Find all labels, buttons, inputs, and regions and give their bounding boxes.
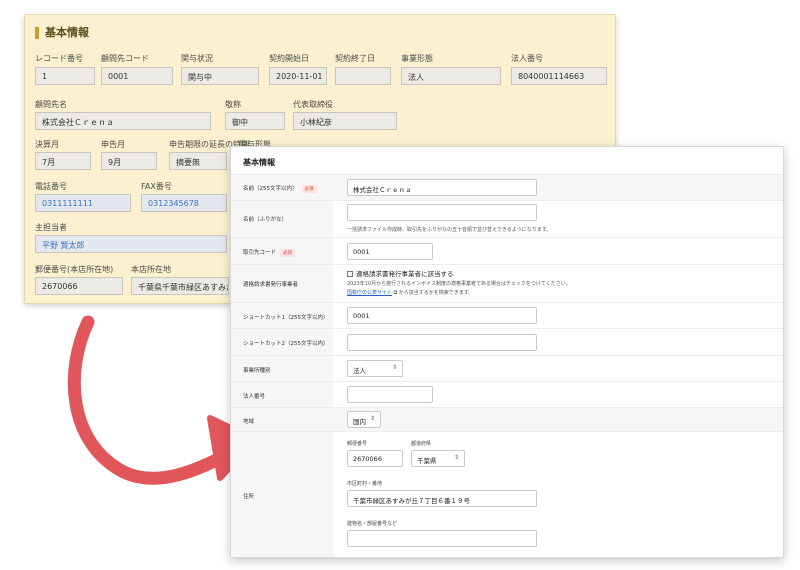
staff-label: 主担当者 bbox=[35, 223, 67, 232]
phone-field[interactable]: 0311111111 bbox=[35, 194, 131, 212]
kana-input[interactable] bbox=[347, 204, 537, 221]
filing-month-label: 申告月 bbox=[101, 140, 125, 149]
required-badge: 必須 bbox=[280, 248, 296, 257]
office-type-row: 事業所種別 法人 ⇕ bbox=[231, 355, 783, 381]
record-no-field[interactable]: 1 bbox=[35, 67, 95, 85]
shortcut2-label: ショートカット2（255文字以内） bbox=[243, 341, 329, 347]
kana-label: 名前（ふりがな） bbox=[243, 217, 288, 223]
corp-no-label: 法人番号 bbox=[511, 54, 543, 63]
postal-label: 郵便番号 bbox=[347, 441, 368, 447]
corp-no-field[interactable]: 8040001114663 bbox=[511, 67, 607, 85]
filing-month-field[interactable]: 9月 bbox=[101, 152, 157, 170]
address-row: 住所 郵便番号 2670066 都道府県 千葉県 ⇕ 市区町村・番地 千葉市緑区あ… bbox=[231, 431, 783, 557]
shortcut1-label: ショートカット1（255文字以内） bbox=[243, 315, 329, 321]
hq-address-field[interactable]: 千葉県千葉市緑区あすみが丘 bbox=[131, 277, 229, 295]
invoice-help-link-line: 国税庁の公表サイト ⧉ から該当するかを検索できます。 bbox=[347, 290, 474, 296]
shortcut1-input[interactable]: 0001 bbox=[347, 307, 537, 324]
contract-end-field[interactable] bbox=[335, 67, 391, 85]
corp-no-label: 法人番号 bbox=[243, 394, 266, 400]
old-card-title: 基本情報 bbox=[35, 27, 89, 39]
business-type-field[interactable]: 法人 bbox=[401, 67, 501, 85]
client-code-label: 取引先コード 必須 bbox=[243, 248, 296, 257]
staff-field[interactable]: 平野 賢太郎 bbox=[35, 235, 227, 253]
required-badge: 必須 bbox=[301, 184, 317, 193]
corp-no-row: 法人番号 bbox=[231, 381, 783, 407]
honorific-label: 敬称 bbox=[225, 100, 241, 109]
phone-label: 電話番号 bbox=[35, 182, 67, 191]
new-basic-info-form: 基本情報 名前（255文字以内） 必須 株式会社Ｃｒｅｎａ 名前（ふりがな） 一括… bbox=[230, 146, 784, 558]
nta-site-link[interactable]: 国税庁の公表サイト bbox=[347, 290, 392, 296]
representative-label: 代表取締役 bbox=[293, 100, 333, 109]
kana-row: 名前（ふりがな） 一括請求ファイル作成時、取引先をふりがなの五十音順で並び替えで… bbox=[231, 200, 783, 237]
extension-field[interactable]: 摘要無 bbox=[169, 152, 227, 170]
postal-input[interactable]: 2670066 bbox=[347, 450, 403, 467]
name-row: 名前（255文字以内） 必須 株式会社Ｃｒｅｎａ bbox=[231, 174, 783, 200]
shortcut1-row: ショートカット1（255文字以内） 0001 bbox=[231, 302, 783, 328]
relation-label: 関与状況 bbox=[181, 54, 213, 63]
checkbox-icon[interactable] bbox=[347, 271, 353, 277]
relation-field[interactable]: 関与中 bbox=[181, 67, 259, 85]
client-code-row: 取引先コード 必須 0001 bbox=[231, 237, 783, 264]
shortcut2-row: ショートカット2（255文字以内） bbox=[231, 328, 783, 355]
name-input[interactable]: 株式会社Ｃｒｅｎａ bbox=[347, 179, 537, 196]
city-label: 市区町村・番地 bbox=[347, 481, 383, 487]
corp-no-input[interactable] bbox=[347, 386, 433, 403]
honorific-field[interactable]: 御中 bbox=[225, 112, 285, 130]
address-label: 住所 bbox=[243, 494, 255, 500]
building-label: 建物名・部屋番号など bbox=[347, 521, 398, 527]
invoice-label: 適格請求書発行事業者 bbox=[243, 282, 299, 288]
select-arrows-icon: ⇕ bbox=[391, 364, 397, 371]
hq-address-label: 本店所在地 bbox=[131, 265, 171, 274]
fiscal-month-label: 決算月 bbox=[35, 140, 59, 149]
region-select[interactable]: 国内 ⇕ bbox=[347, 411, 381, 428]
external-link-icon: ⧉ bbox=[392, 290, 399, 296]
name-label: 名前（255文字以内） 必須 bbox=[243, 184, 317, 193]
office-type-label: 事業所種別 bbox=[243, 368, 271, 374]
office-type-select[interactable]: 法人 ⇕ bbox=[347, 360, 403, 377]
postal-field[interactable]: 2670066 bbox=[35, 277, 123, 295]
shortcut2-input[interactable] bbox=[347, 334, 537, 351]
representative-field[interactable]: 小林紀彦 bbox=[293, 112, 397, 130]
invoice-checkbox[interactable]: 適格請求書発行事業者に該当する bbox=[347, 268, 454, 278]
fax-field[interactable]: 0312345678 bbox=[141, 194, 227, 212]
select-arrows-icon: ⇕ bbox=[369, 415, 375, 422]
advisor-code-label: 顧問先コード bbox=[101, 54, 149, 63]
client-name-field[interactable]: 株式会社Ｃｒｅｎａ bbox=[35, 112, 211, 130]
form-title: 基本情報 bbox=[243, 158, 275, 167]
city-input[interactable]: 千葉市緑区あすみが丘７丁目６番１９号 bbox=[347, 490, 537, 507]
prefecture-label: 都道府県 bbox=[411, 441, 432, 447]
contract-start-label: 契約開始日 bbox=[269, 54, 309, 63]
region-row: 地域 国内 ⇕ bbox=[231, 407, 783, 431]
advisor-code-field[interactable]: 0001 bbox=[101, 67, 173, 85]
building-input[interactable] bbox=[347, 530, 537, 547]
invoice-help-text: 2023年10月から施行されるインボイス制度の適格事業者である場合はチェックをつ… bbox=[347, 281, 571, 287]
client-name-label: 顧問先名 bbox=[35, 100, 67, 109]
fiscal-month-field[interactable]: 7月 bbox=[35, 152, 91, 170]
prefecture-select[interactable]: 千葉県 ⇕ bbox=[411, 450, 465, 467]
invoice-row: 適格請求書発行事業者 適格請求書発行事業者に該当する 2023年10月から施行さ… bbox=[231, 264, 783, 302]
comparison-illustration: 基本情報 レコード番号 1 顧問先コード 0001 関与状況 関与中 契約開始日… bbox=[0, 0, 800, 570]
contract-end-label: 契約終了日 bbox=[335, 54, 375, 63]
record-no-label: レコード番号 bbox=[35, 54, 83, 63]
client-code-input[interactable]: 0001 bbox=[347, 243, 433, 260]
business-type-label: 事業形態 bbox=[401, 54, 433, 63]
fax-label: FAX番号 bbox=[141, 182, 172, 191]
postal-label: 郵便番号(本店所在地) bbox=[35, 265, 114, 274]
region-label: 地域 bbox=[243, 419, 255, 425]
select-arrows-icon: ⇕ bbox=[453, 454, 459, 461]
kana-help-text: 一括請求ファイル作成時、取引先をふりがなの五十音順で並び替えできるようになります… bbox=[347, 227, 552, 233]
contract-start-field[interactable]: 2020-11-01 bbox=[269, 67, 327, 85]
